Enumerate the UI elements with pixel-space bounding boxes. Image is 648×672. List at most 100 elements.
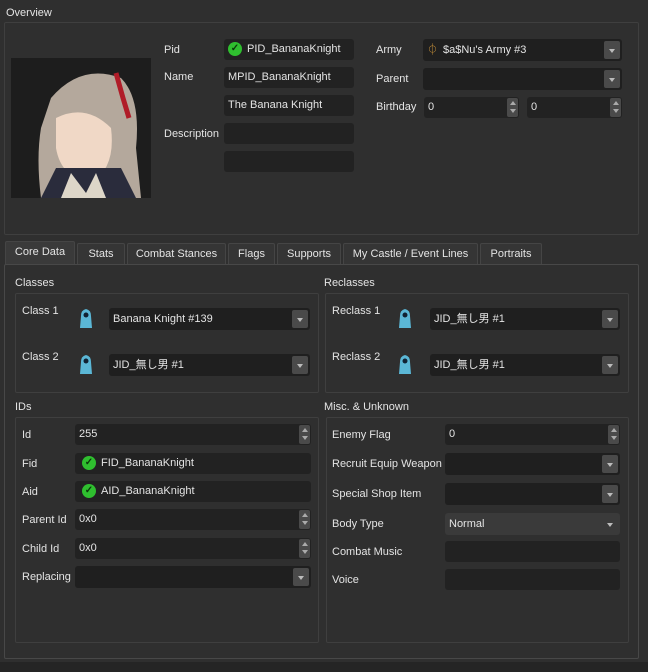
reclass1-value: JID_無し男 #1 <box>434 313 505 325</box>
army-combo[interactable]: ⏀ $a$Nu's Army #3 <box>423 39 622 61</box>
chevron-down-icon[interactable] <box>602 515 618 533</box>
army-label: Army <box>376 44 402 56</box>
aid-label: Aid <box>22 486 38 498</box>
class1-combo[interactable]: Banana Knight #139 <box>109 308 310 330</box>
status-bar <box>0 662 648 672</box>
birthday-month-spinbox[interactable]: 0 <box>424 97 519 118</box>
combat-music-label: Combat Music <box>332 546 403 558</box>
class-sprite-icon <box>80 355 92 374</box>
body-type-value: Normal <box>449 518 485 530</box>
id-label: Id <box>22 429 32 441</box>
fid-label: Fid <box>22 458 38 470</box>
spin-arrows-icon[interactable] <box>299 510 310 529</box>
pid-value: PID_BananaKnight <box>247 43 341 55</box>
tab-stats[interactable]: Stats <box>77 243 125 265</box>
pid-label: Pid <box>164 44 180 56</box>
name-field[interactable]: MPID_BananaKnight <box>224 67 354 88</box>
birthday-label: Birthday <box>376 101 417 113</box>
chevron-down-icon[interactable] <box>292 310 308 328</box>
reclass1-combo[interactable]: JID_無し男 #1 <box>430 308 620 330</box>
enemy-flag-spinbox[interactable]: 0 <box>445 424 620 445</box>
overview-title: Overview <box>6 7 52 19</box>
fid-field[interactable]: ✓ FID_BananaKnight <box>75 453 311 474</box>
tab-flags[interactable]: Flags <box>228 243 275 265</box>
recruit-weapon-label: Recruit Equip Weapon <box>332 458 442 470</box>
pid-field[interactable]: ✓ PID_BananaKnight <box>224 39 354 60</box>
reclass1-label: Reclass 1 <box>332 305 381 317</box>
class-sprite-icon <box>399 309 411 328</box>
ids-group <box>15 417 319 643</box>
description-field-1[interactable] <box>224 123 354 144</box>
tab-supports[interactable]: Supports <box>277 243 341 265</box>
chevron-down-icon[interactable] <box>602 455 618 473</box>
recruit-weapon-combo[interactable] <box>445 453 620 475</box>
class1-value: Banana Knight #139 <box>113 313 213 325</box>
reclasses-title: Reclasses <box>324 277 375 289</box>
body-type-combo[interactable]: Normal <box>445 513 620 535</box>
chevron-down-icon[interactable] <box>293 568 309 586</box>
special-shop-label: Special Shop Item <box>332 488 422 500</box>
parent-id-value: 0x0 <box>79 513 97 525</box>
class-sprite-icon <box>80 309 92 328</box>
class2-label: Class 2 <box>22 351 59 363</box>
army-emblem-icon: ⏀ <box>427 44 438 56</box>
child-id-spinbox[interactable]: 0x0 <box>75 538 311 559</box>
army-value: $a$Nu's Army #3 <box>443 44 527 56</box>
id-spinbox[interactable]: 255 <box>75 424 311 445</box>
child-id-value: 0x0 <box>79 542 97 554</box>
parent-label: Parent <box>376 73 409 85</box>
spin-arrows-icon[interactable] <box>299 539 310 558</box>
child-id-label: Child Id <box>22 543 60 555</box>
enemy-flag-label: Enemy Flag <box>332 429 391 441</box>
aid-field[interactable]: ✓ AID_BananaKnight <box>75 481 311 502</box>
display-name-field[interactable]: The Banana Knight <box>224 95 354 116</box>
replacing-combo[interactable] <box>75 566 311 588</box>
tab-core-data[interactable]: Core Data <box>5 241 75 265</box>
tab-portraits[interactable]: Portraits <box>480 243 542 265</box>
special-shop-combo[interactable] <box>445 483 620 505</box>
id-value: 255 <box>79 428 98 440</box>
valid-check-icon: ✓ <box>82 484 96 499</box>
class-sprite-icon <box>399 355 411 374</box>
chevron-down-icon[interactable] <box>292 356 308 374</box>
birthday-day-value: 0 <box>531 101 538 113</box>
body-type-label: Body Type <box>332 518 384 530</box>
parent-id-spinbox[interactable]: 0x0 <box>75 509 311 530</box>
chevron-down-icon[interactable] <box>602 310 618 328</box>
tab-my-castle[interactable]: My Castle / Event Lines <box>343 243 478 265</box>
character-portrait-icon <box>38 72 141 198</box>
combat-music-field[interactable] <box>445 541 620 562</box>
aid-value: AID_BananaKnight <box>101 485 195 497</box>
tab-combat-stances[interactable]: Combat Stances <box>127 243 226 265</box>
parent-combo[interactable] <box>423 68 622 90</box>
parent-id-label: Parent Id <box>22 514 67 526</box>
reclass2-label: Reclass 2 <box>332 351 381 363</box>
voice-field[interactable] <box>445 569 620 590</box>
class1-label: Class 1 <box>22 305 59 317</box>
portrait-image <box>11 58 151 198</box>
chevron-down-icon[interactable] <box>602 356 618 374</box>
class2-combo[interactable]: JID_無し男 #1 <box>109 354 310 376</box>
chevron-down-icon[interactable] <box>602 485 618 503</box>
spin-arrows-icon[interactable] <box>608 425 619 444</box>
enemy-flag-value: 0 <box>449 428 456 440</box>
fid-value: FID_BananaKnight <box>101 457 194 469</box>
class2-value: JID_無し男 #1 <box>113 359 184 371</box>
spin-arrows-icon[interactable] <box>507 98 518 117</box>
spin-arrows-icon[interactable] <box>299 425 310 444</box>
chevron-down-icon[interactable] <box>604 70 620 88</box>
name-label: Name <box>164 71 194 83</box>
description-label: Description <box>164 128 220 140</box>
valid-check-icon: ✓ <box>82 456 96 471</box>
description-field-2[interactable] <box>224 151 354 172</box>
voice-label: Voice <box>332 574 359 586</box>
chevron-down-icon[interactable] <box>604 41 620 59</box>
reclass2-value: JID_無し男 #1 <box>434 359 505 371</box>
birthday-day-spinbox[interactable]: 0 <box>527 97 622 118</box>
birthday-month-value: 0 <box>428 101 435 113</box>
spin-arrows-icon[interactable] <box>610 98 621 117</box>
classes-title: Classes <box>15 277 55 289</box>
reclass2-combo[interactable]: JID_無し男 #1 <box>430 354 620 376</box>
replacing-label: Replacing <box>22 571 71 583</box>
misc-title: Misc. & Unknown <box>324 401 409 413</box>
